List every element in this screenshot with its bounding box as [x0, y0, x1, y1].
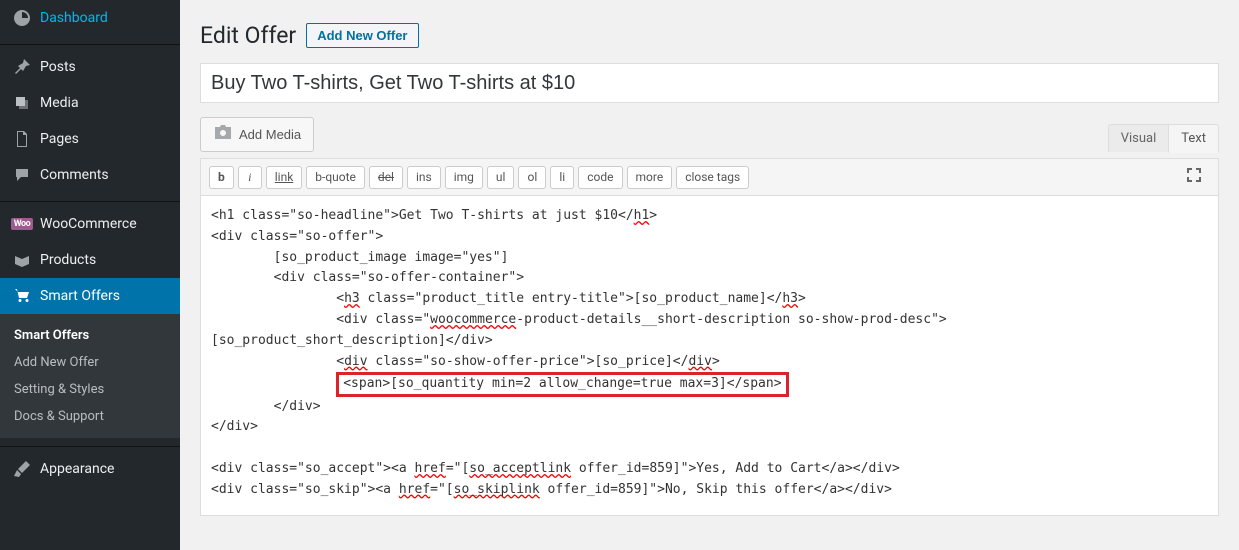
main-content: Edit Offer Add New Offer Add Media Visua…: [180, 0, 1239, 550]
tool-img[interactable]: img: [445, 166, 483, 189]
tab-text[interactable]: Text: [1168, 124, 1219, 153]
tool-ins[interactable]: ins: [407, 166, 441, 189]
tool-ul[interactable]: ul: [487, 166, 515, 189]
page-title: Edit Offer: [200, 22, 296, 49]
tool-close-tags[interactable]: close tags: [676, 166, 749, 189]
menu-appearance[interactable]: Appearance: [0, 451, 180, 487]
menu-label: Pages: [40, 131, 79, 147]
add-media-label: Add Media: [239, 127, 301, 142]
media-icon: [12, 93, 32, 113]
offer-title-input[interactable]: [200, 63, 1219, 103]
tool-bold[interactable]: b: [209, 166, 234, 189]
submenu-setting-styles[interactable]: Setting & Styles: [0, 376, 180, 403]
menu-pages[interactable]: Pages: [0, 121, 180, 157]
tool-italic[interactable]: i: [238, 166, 262, 189]
menu-label: Products: [40, 252, 96, 268]
brush-icon: [12, 459, 32, 479]
menu-label: WooCommerce: [40, 216, 137, 232]
menu-smart-offers[interactable]: Smart Offers: [0, 278, 180, 314]
menu-label: Media: [40, 95, 79, 111]
admin-sidebar: Dashboard Posts Media Pages Comments Woo…: [0, 0, 180, 550]
editor-toolbar: b i link b-quote del ins img ul ol li co…: [200, 158, 1219, 196]
tool-ol[interactable]: ol: [518, 166, 546, 189]
highlighted-shortcode: <span>[so_quantity min=2 allow_change=tr…: [336, 372, 788, 396]
menu-dashboard[interactable]: Dashboard: [0, 0, 180, 36]
products-icon: [12, 250, 32, 270]
fullscreen-icon[interactable]: [1178, 163, 1210, 191]
pin-icon: [12, 57, 32, 77]
tab-visual[interactable]: Visual: [1108, 124, 1169, 152]
woocommerce-icon: Woo: [12, 214, 32, 234]
tool-link[interactable]: link: [266, 166, 303, 189]
menu-media[interactable]: Media: [0, 85, 180, 121]
tool-more[interactable]: more: [627, 166, 673, 189]
menu-label: Posts: [40, 59, 76, 75]
menu-posts[interactable]: Posts: [0, 49, 180, 85]
menu-products[interactable]: Products: [0, 242, 180, 278]
menu-woocommerce[interactable]: Woo WooCommerce: [0, 206, 180, 242]
tool-bquote[interactable]: b-quote: [306, 166, 365, 189]
menu-label: Dashboard: [40, 10, 108, 26]
tool-code[interactable]: code: [578, 166, 622, 189]
submenu-smart-offers: Smart Offers Add New Offer Setting & Sty…: [0, 314, 180, 438]
tool-del[interactable]: del: [369, 166, 403, 189]
menu-label: Appearance: [40, 461, 114, 477]
pages-icon: [12, 129, 32, 149]
add-media-button[interactable]: Add Media: [200, 117, 314, 152]
editor-tabs: Visual Text: [1108, 124, 1219, 152]
camera-music-icon: [213, 123, 233, 146]
menu-label: Comments: [40, 167, 109, 183]
submenu-smart-offers-list[interactable]: Smart Offers: [0, 322, 180, 349]
dashboard-icon: [12, 8, 32, 28]
submenu-docs-support[interactable]: Docs & Support: [0, 403, 180, 430]
comments-icon: [12, 165, 32, 185]
menu-label: Smart Offers: [40, 288, 120, 304]
tool-li[interactable]: li: [550, 166, 574, 189]
add-new-offer-button[interactable]: Add New Offer: [306, 23, 418, 48]
editor-textarea[interactable]: <h1 class="so-headline">Get Two T-shirts…: [200, 196, 1219, 516]
cart-icon: [12, 286, 32, 306]
submenu-add-new-offer[interactable]: Add New Offer: [0, 349, 180, 376]
menu-comments[interactable]: Comments: [0, 157, 180, 193]
